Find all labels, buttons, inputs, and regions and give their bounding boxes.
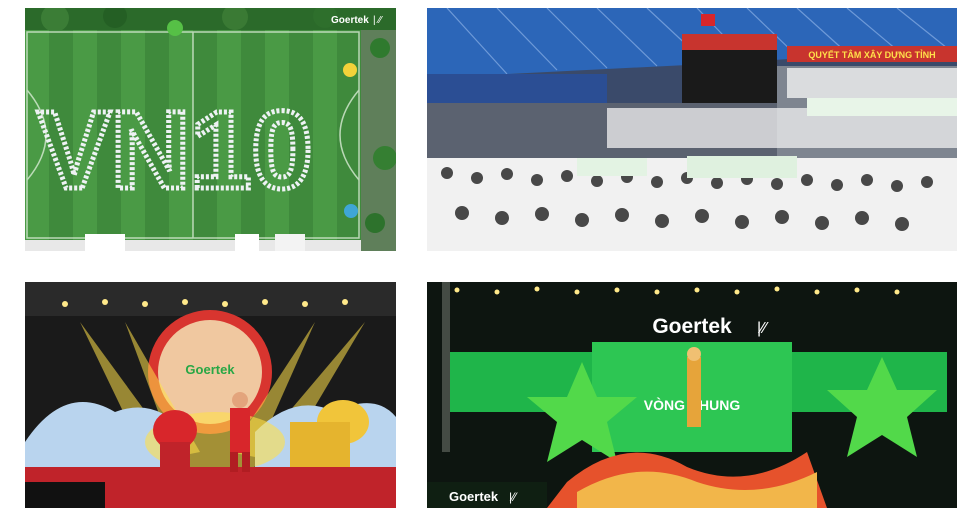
svg-text:| ⁄⁄: | ⁄⁄: [373, 15, 383, 26]
dragon-dance-image: Goertek |⁄⁄ VÒNG CHUNG Goertek |⁄⁄: [427, 282, 957, 508]
photo-aerial-field: VN10 Goertek | ⁄⁄: [25, 8, 396, 251]
photo-dragon-dance-stage: Goertek |⁄⁄ VÒNG CHUNG Goertek |⁄⁄: [427, 282, 957, 508]
banner-text: QUYẾT TÂM XÂY DỰNG TỈNH: [808, 49, 935, 60]
goertek-logo: Goertek: [652, 315, 732, 338]
event-sign: Goertek: [185, 362, 235, 377]
goertek-corner-watermark: Goertek: [449, 489, 499, 504]
arena-crowd-image: QUYẾT TÂM XÂY DỰNG TỈNH: [427, 8, 957, 251]
scoreboard: [682, 50, 777, 105]
formation-text: VN10: [37, 89, 312, 212]
aerial-field-image: VN10 Goertek | ⁄⁄: [25, 8, 396, 251]
photo-arena-crowd: QUYẾT TÂM XÂY DỰNG TỈNH: [427, 8, 957, 251]
photo-lion-dance-stage: Goertek: [25, 282, 396, 508]
goertek-watermark: Goertek: [331, 15, 369, 26]
lion-dance-image: Goertek: [25, 282, 396, 508]
